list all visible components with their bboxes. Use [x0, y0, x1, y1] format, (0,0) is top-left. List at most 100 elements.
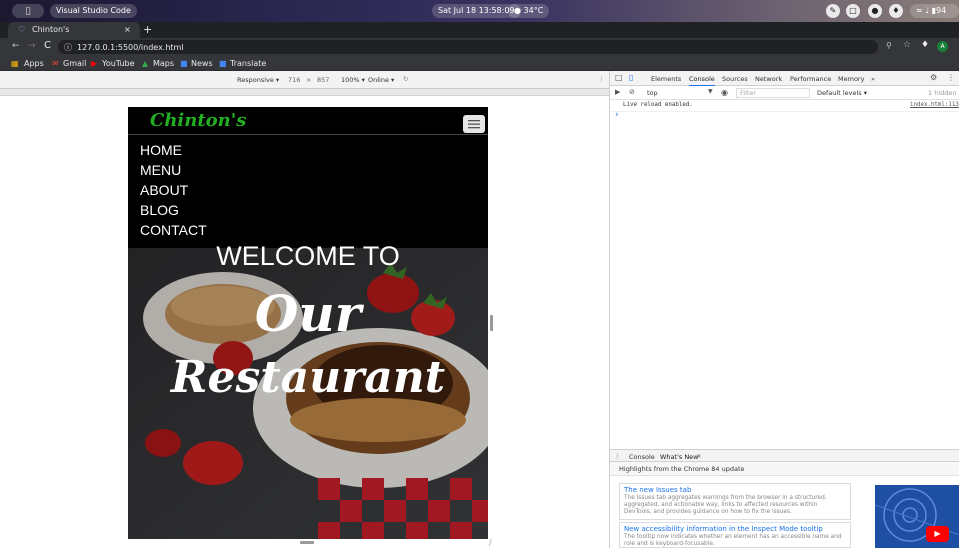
translate-icon: ■ [219, 59, 227, 68]
tab-network[interactable]: Network [755, 75, 782, 83]
console-log-row: Live reload enabled. index.html:113 [610, 100, 959, 112]
inspect-icon[interactable]: □ [615, 73, 623, 82]
device-toggle-icon[interactable]: ▯ [629, 73, 633, 82]
address-row: ← → C ⓘ 127.0.0.1:5500/index.html ⚲ ☆ ♦ … [0, 38, 959, 56]
network-throttle-select[interactable]: Online ▾ [368, 76, 394, 84]
site-header: Chinton's [128, 107, 488, 135]
weather-icon: ● [514, 6, 524, 15]
extensions-icon[interactable]: ♦ [921, 40, 929, 50]
tab-memory[interactable]: Memory [838, 75, 864, 83]
card-title[interactable]: The new Issues tab [624, 486, 846, 494]
tab-title: Chinton's [32, 25, 70, 34]
hidden-count: 1 hidden [928, 89, 957, 97]
site-nav: HOME MENU ABOUT BLOG CONTACT [128, 136, 488, 248]
weather-indicator[interactable]: ● 34°C [508, 4, 550, 18]
device-mode-select[interactable]: Responsive ▾ [237, 76, 279, 84]
active-app-name[interactable]: Visual Studio Code [50, 4, 137, 18]
device-toolbar: Responsive ▾ 716 × 857 100% ▾ Online ▾ ↻… [0, 71, 609, 89]
shield-icon[interactable]: ● [868, 4, 882, 18]
gmail-icon: ✉ [52, 59, 59, 68]
chat-icon[interactable]: □ [846, 4, 860, 18]
forward-icon[interactable]: → [28, 41, 36, 51]
rotate-icon[interactable]: ↻ [403, 75, 408, 83]
os-top-bar:  Visual Studio Code Sat Jul 18 13:58:09… [0, 0, 959, 22]
settings-gear-icon[interactable]: ⚙ [930, 73, 937, 82]
whats-new-header-text: Highlights from the Chrome 84 update [619, 465, 745, 473]
zoom-select[interactable]: 100% ▾ [341, 76, 365, 84]
console-prompt[interactable]: › [615, 110, 619, 120]
live-expression-eye-icon[interactable]: ◉ [721, 88, 728, 97]
hero-our-text: Our [254, 284, 362, 343]
apps-grid-icon: ▦ [11, 59, 19, 68]
resize-handle-bottom[interactable] [300, 541, 314, 544]
pencil-icon[interactable]: ✎ [826, 4, 840, 18]
filter-placeholder: Filter [740, 89, 757, 97]
new-tab-button[interactable]: + [143, 22, 152, 38]
more-options-icon[interactable]: ⋮ [598, 75, 605, 83]
hero-restaurant-text: Restaurant [170, 352, 446, 403]
whats-new-header: Highlights from the Chrome 84 update [610, 462, 959, 476]
back-icon[interactable]: ← [12, 41, 20, 51]
close-drawer-tab-icon[interactable]: × [696, 452, 701, 460]
bookmarks-bar: ▦ Apps ✉ Gmail ▶ YouTube ▲ Maps ■ News ■… [0, 56, 959, 71]
info-icon[interactable]: ⓘ [64, 42, 72, 53]
resize-handle-corner[interactable]: ∕ [489, 538, 492, 547]
context-dropdown-icon[interactable]: ▼ [708, 88, 713, 95]
more-tabs-icon[interactable]: » [871, 75, 875, 83]
context-select[interactable]: top [647, 89, 658, 97]
nav-link-about[interactable]: ABOUT [140, 182, 188, 198]
card-body: The tooltip now indicates whether an ele… [624, 534, 842, 547]
dropbox-icon[interactable]: ♦ [889, 4, 903, 18]
site-logo[interactable]: Chinton's [150, 110, 246, 131]
apple-menu-icon[interactable]:  [12, 4, 44, 18]
bookmark-youtube[interactable]: YouTube [102, 59, 135, 68]
profile-avatar[interactable]: A [937, 41, 948, 52]
reload-icon[interactable]: C [44, 40, 51, 51]
browser-tab[interactable]: ♡ Chinton's × [8, 22, 140, 38]
nav-link-home[interactable]: HOME [140, 142, 182, 158]
card-title[interactable]: New accessibility information in the Ins… [624, 525, 846, 533]
device-height-input[interactable]: 857 [317, 76, 329, 84]
clear-console-icon[interactable]: ⊘ [629, 88, 635, 96]
hero-welcome-text: WELCOME TO [216, 241, 400, 271]
address-bar[interactable]: ⓘ 127.0.0.1:5500/index.html [58, 40, 878, 54]
close-tab-icon[interactable]: × [124, 22, 131, 38]
weather-temp: 34°C [523, 6, 544, 15]
nav-link-blog[interactable]: BLOG [140, 202, 179, 218]
bookmark-maps[interactable]: Maps [153, 59, 174, 68]
console-filter-input[interactable]: Filter [736, 88, 810, 98]
bookmark-gmail[interactable]: Gmail [63, 59, 86, 68]
hamburger-icon [468, 120, 480, 129]
whats-new-video-thumbnail[interactable]: ▶ [875, 485, 959, 548]
url-text: 127.0.0.1:5500/index.html [77, 43, 184, 52]
device-viewport: Chinton's HOME MENU ABOUT BLOG CONTACT W… [128, 107, 488, 539]
whats-new-card[interactable]: New accessibility information in the Ins… [619, 522, 851, 548]
bookmark-news[interactable]: News [191, 59, 213, 68]
devtools-more-icon[interactable]: ⋮ [947, 73, 955, 82]
device-width-input[interactable]: 716 [288, 76, 300, 84]
devtools-tab-bar: □ ▯ Elements Console Sources Network Per… [610, 71, 959, 87]
bookmark-apps[interactable]: Apps [24, 59, 44, 68]
log-source-link[interactable]: index.html:113 [910, 102, 959, 108]
tab-elements[interactable]: Elements [651, 75, 681, 83]
resize-handle-right[interactable] [490, 315, 493, 331]
zoom-icon[interactable]: ⚲ [886, 41, 892, 50]
hamburger-menu-button[interactable] [463, 115, 485, 133]
bookmark-star-icon[interactable]: ☆ [903, 40, 911, 50]
maps-icon: ▲ [142, 59, 149, 68]
tab-sources[interactable]: Sources [722, 75, 748, 83]
system-tray[interactable]: ≈ ♩ ▮94 [910, 4, 959, 18]
nav-link-contact[interactable]: CONTACT [140, 222, 207, 238]
bookmark-translate[interactable]: Translate [230, 59, 266, 68]
dimension-separator: × [306, 76, 312, 84]
youtube-play-icon[interactable]: ▶ [926, 526, 949, 542]
devtools-panel: □ ▯ Elements Console Sources Network Per… [609, 71, 959, 548]
sidebar-toggle-icon[interactable]: ▶ [615, 88, 620, 96]
whats-new-card[interactable]: The new Issues tab The Issues tab aggreg… [619, 483, 851, 520]
wifi-icon: ≈ [916, 6, 923, 15]
log-levels-select[interactable]: Default levels ▾ [817, 89, 867, 97]
nav-link-menu[interactable]: MENU [140, 162, 181, 178]
tab-performance[interactable]: Performance [790, 75, 831, 83]
drawer-menu-icon[interactable]: ⋮ [614, 452, 621, 460]
drawer-tab-console[interactable]: Console [629, 453, 655, 461]
